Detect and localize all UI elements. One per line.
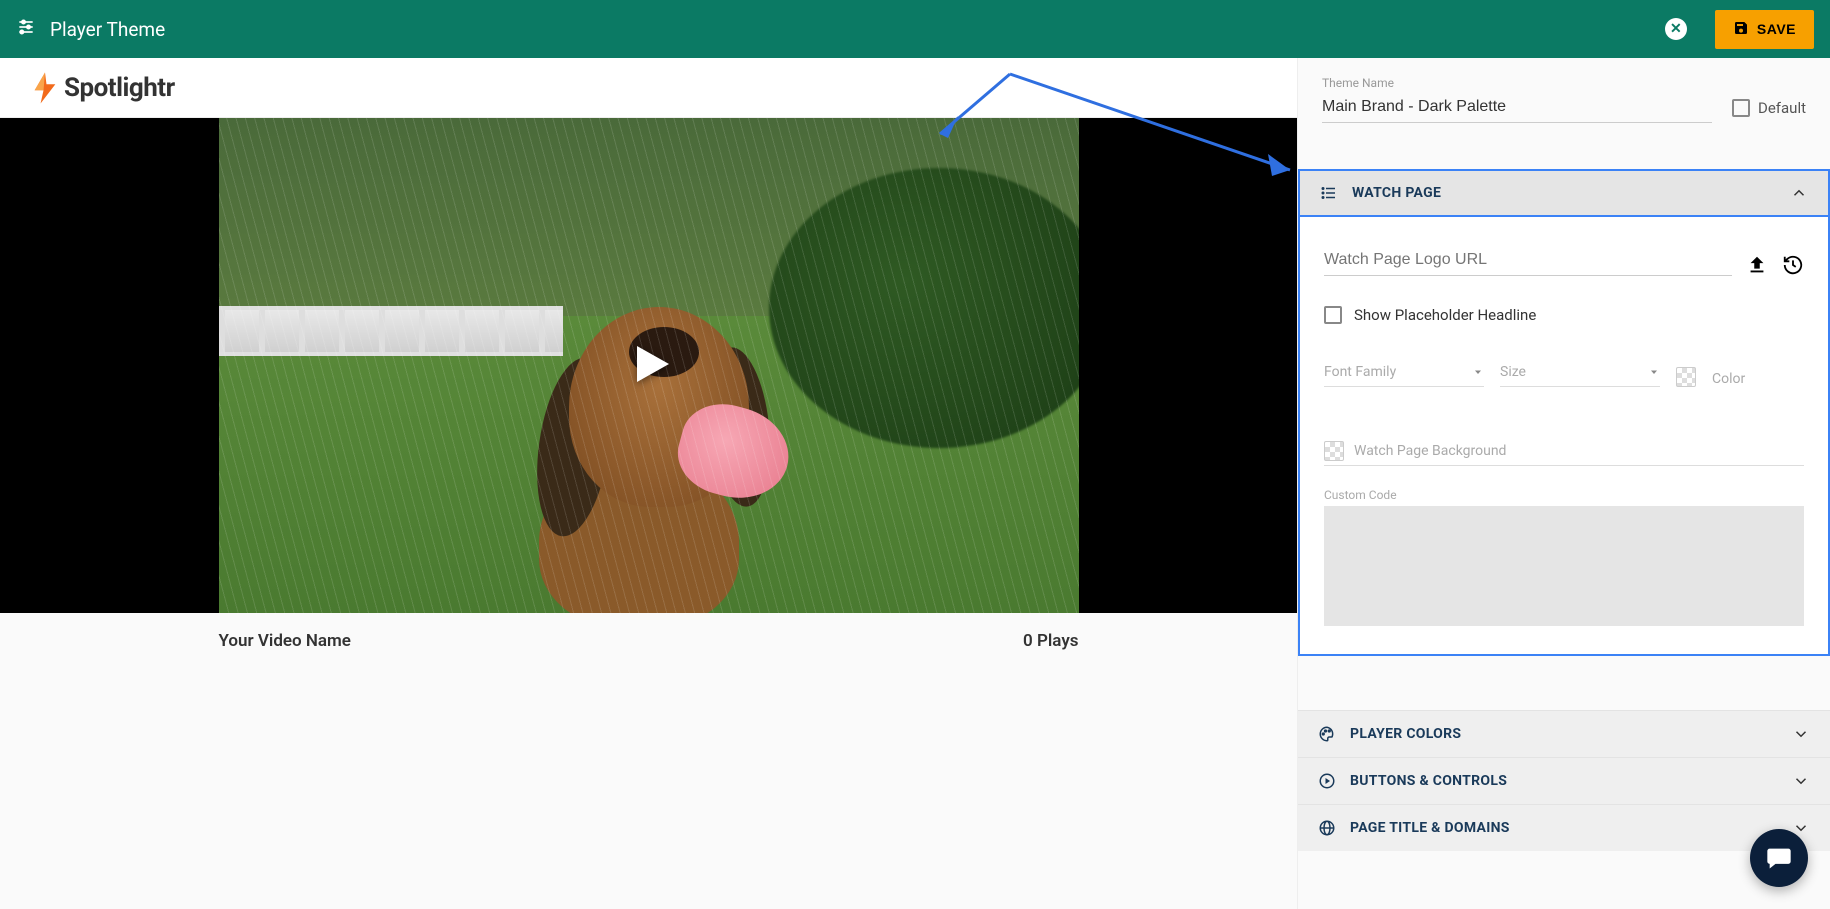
history-icon[interactable] bbox=[1782, 254, 1804, 276]
logo-bar: Spotlightr bbox=[0, 58, 1297, 118]
chevron-down-icon bbox=[1648, 366, 1660, 378]
custom-code-label: Custom Code bbox=[1324, 488, 1804, 502]
close-button[interactable]: ✕ bbox=[1665, 18, 1687, 40]
font-size-label: Size bbox=[1500, 364, 1526, 380]
background-label: Watch Page Background bbox=[1354, 443, 1506, 459]
close-icon: ✕ bbox=[1670, 21, 1682, 37]
font-family-label: Font Family bbox=[1324, 364, 1396, 380]
chevron-down-icon bbox=[1472, 366, 1484, 378]
theme-name-label: Theme Name bbox=[1322, 76, 1712, 90]
font-color-swatch[interactable] bbox=[1676, 367, 1696, 387]
chevron-up-icon bbox=[1790, 184, 1808, 202]
preview-pane: Spotlightr Your Video Name 0 Plays bbox=[0, 58, 1297, 909]
panel-watch-page: WATCH PAGE Show Pl bbox=[1298, 169, 1830, 656]
list-icon bbox=[1320, 184, 1338, 202]
upload-icon[interactable] bbox=[1746, 254, 1768, 276]
save-button[interactable]: SAVE bbox=[1715, 10, 1814, 49]
background-color-swatch[interactable] bbox=[1324, 441, 1344, 461]
panel-title-player-colors: PLAYER COLORS bbox=[1350, 726, 1778, 742]
save-disk-icon bbox=[1733, 20, 1749, 39]
globe-icon bbox=[1318, 819, 1336, 837]
panel-page-title-domains: PAGE TITLE & DOMAINS bbox=[1298, 804, 1830, 851]
paint-icon bbox=[1318, 725, 1336, 743]
video-player-area bbox=[0, 118, 1297, 613]
chevron-down-icon bbox=[1792, 772, 1810, 790]
panel-title-page-title-domains: PAGE TITLE & DOMAINS bbox=[1350, 820, 1778, 836]
font-color-label: Color bbox=[1712, 371, 1745, 387]
panel-header-buttons-controls[interactable]: BUTTONS & CONTROLS bbox=[1298, 758, 1830, 804]
theme-name-input[interactable] bbox=[1322, 92, 1712, 123]
panel-title-watch-page: WATCH PAGE bbox=[1352, 185, 1776, 201]
default-checkbox-label: Default bbox=[1758, 99, 1806, 117]
panel-header-watch-page[interactable]: WATCH PAGE bbox=[1298, 169, 1830, 215]
video-preview[interactable] bbox=[219, 118, 1079, 613]
play-circle-icon bbox=[1318, 772, 1336, 790]
settings-sidebar: Theme Name Default WATCH PAGE bbox=[1297, 58, 1830, 909]
video-plays-label: 0 Plays bbox=[1023, 631, 1078, 651]
default-checkbox[interactable] bbox=[1732, 99, 1750, 117]
top-bar: Player Theme ✕ SAVE bbox=[0, 0, 1830, 58]
chat-icon bbox=[1765, 844, 1793, 872]
page-title: Player Theme bbox=[50, 18, 165, 41]
panel-header-page-title-domains[interactable]: PAGE TITLE & DOMAINS bbox=[1298, 805, 1830, 851]
save-button-label: SAVE bbox=[1757, 21, 1796, 37]
video-meta-row: Your Video Name 0 Plays bbox=[219, 613, 1079, 669]
custom-code-textarea[interactable] bbox=[1324, 506, 1804, 626]
watch-page-logo-url-input[interactable] bbox=[1324, 245, 1732, 276]
font-size-select[interactable]: Size bbox=[1500, 358, 1660, 387]
show-placeholder-headline-label: Show Placeholder Headline bbox=[1354, 306, 1536, 324]
panel-header-player-colors[interactable]: PLAYER COLORS bbox=[1298, 711, 1830, 757]
chevron-down-icon bbox=[1792, 725, 1810, 743]
play-icon[interactable] bbox=[619, 334, 679, 398]
brand-logo-text: Spotlightr bbox=[64, 73, 175, 103]
spotlightr-logo-icon bbox=[30, 71, 60, 105]
brand-logo: Spotlightr bbox=[30, 71, 175, 105]
chat-widget-button[interactable] bbox=[1750, 829, 1808, 887]
panel-title-buttons-controls: BUTTONS & CONTROLS bbox=[1350, 773, 1778, 789]
font-family-select[interactable]: Font Family bbox=[1324, 358, 1484, 387]
video-name-label: Your Video Name bbox=[219, 631, 351, 651]
show-placeholder-headline-checkbox[interactable] bbox=[1324, 306, 1342, 324]
panel-buttons-controls: BUTTONS & CONTROLS bbox=[1298, 757, 1830, 804]
panel-player-colors: PLAYER COLORS bbox=[1298, 710, 1830, 757]
sliders-icon bbox=[16, 17, 36, 41]
